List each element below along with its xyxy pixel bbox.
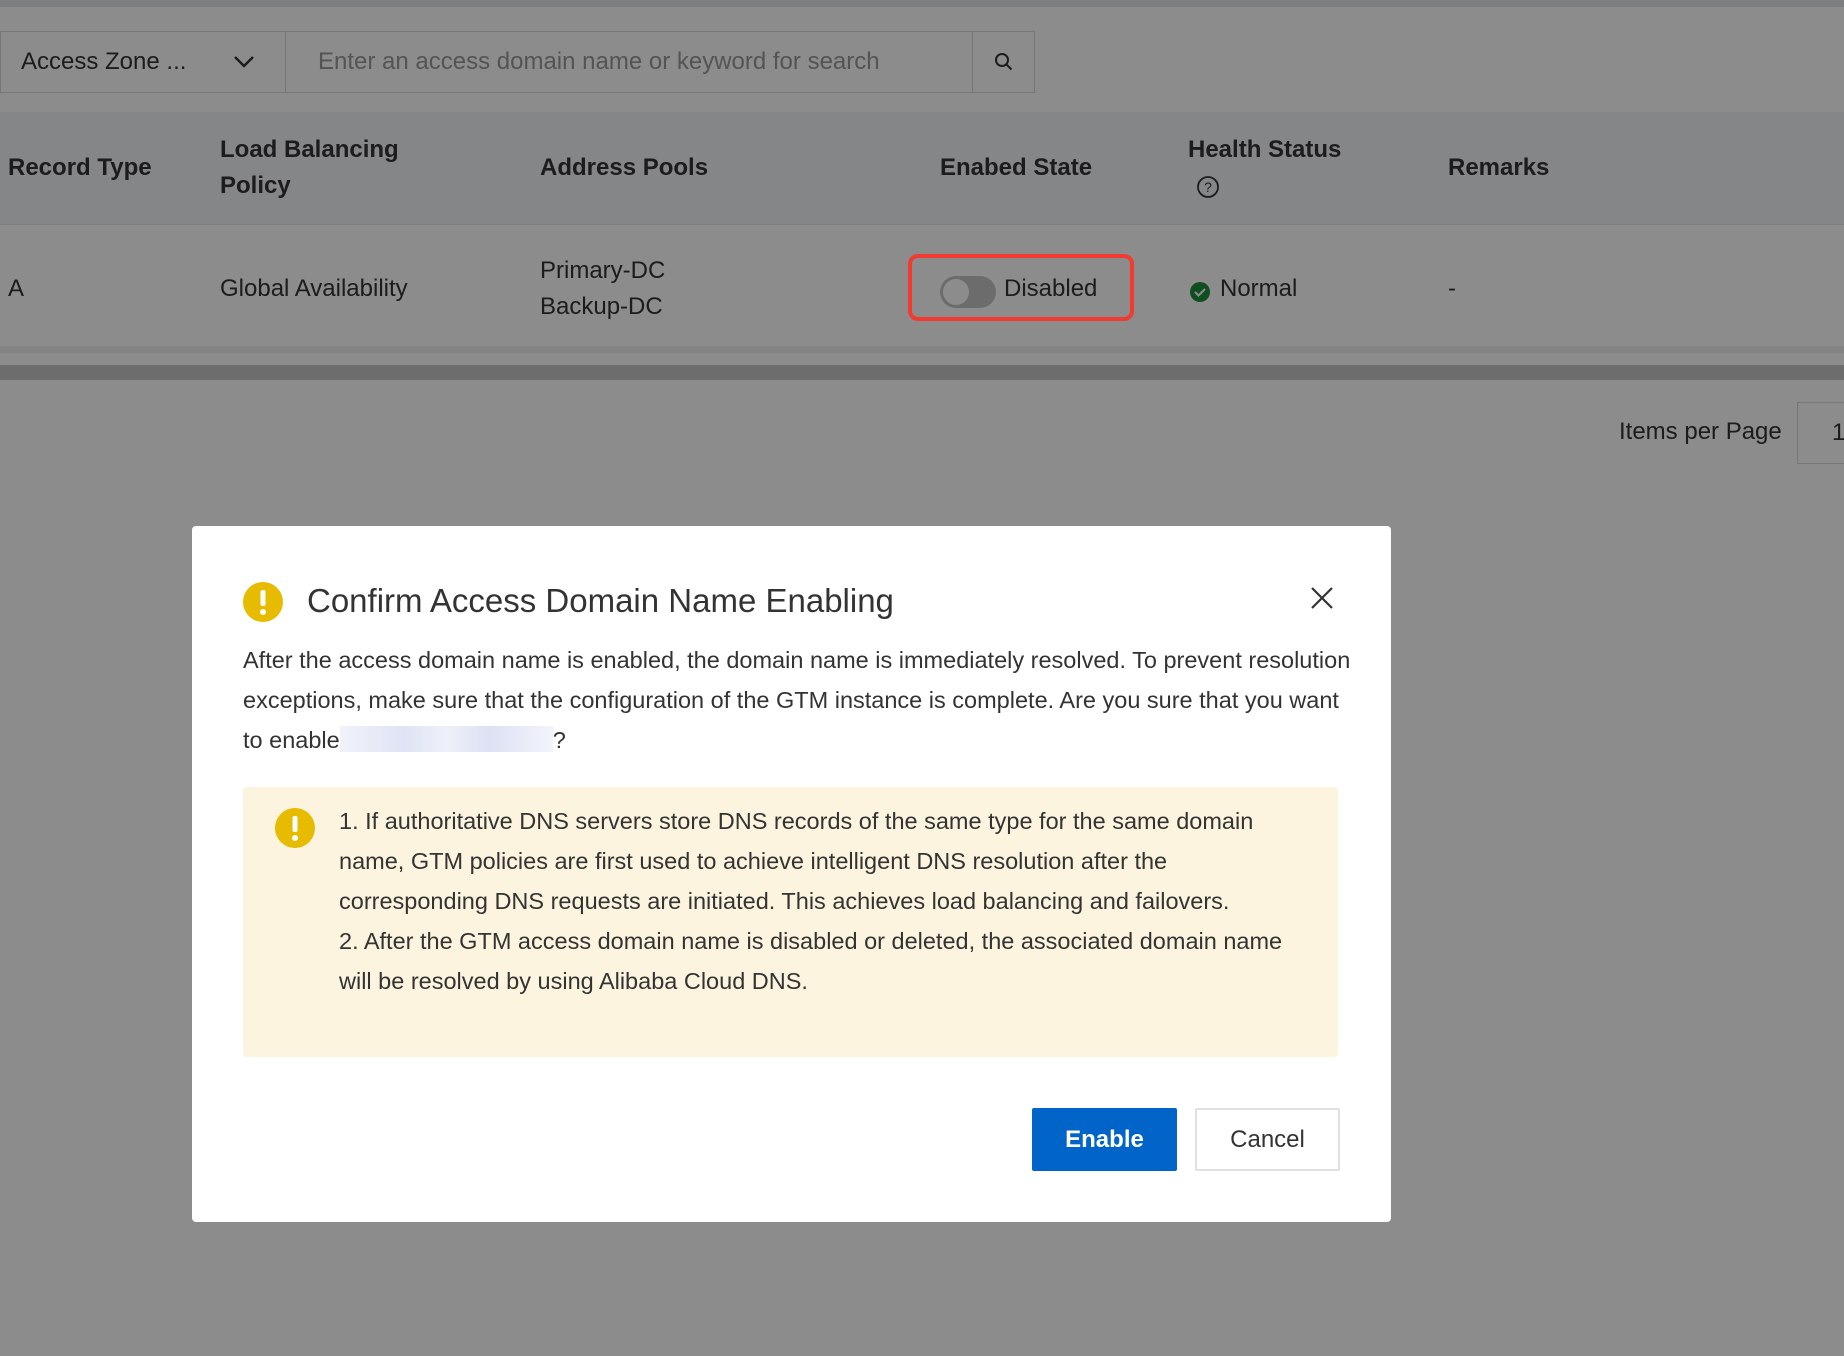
confirm-dialog: Confirm Access Domain Name Enabling Afte…: [192, 526, 1391, 1222]
warning-icon: [275, 808, 315, 848]
warning-icon: [243, 582, 283, 622]
cancel-button[interactable]: Cancel: [1195, 1108, 1340, 1171]
dialog-body: After the access domain name is enabled,…: [243, 640, 1353, 760]
enable-button[interactable]: Enable: [1032, 1108, 1177, 1171]
notice-item-1: 1. If authoritative DNS servers store DN…: [339, 808, 1254, 914]
dialog-title: Confirm Access Domain Name Enabling: [307, 582, 894, 619]
close-icon[interactable]: [1310, 586, 1334, 610]
highlight-box: [908, 254, 1134, 321]
warning-notice: 1. If authoritative DNS servers store DN…: [243, 787, 1338, 1057]
notice-item-2: 2. After the GTM access domain name is d…: [339, 928, 1283, 994]
redacted-domain: [339, 726, 553, 752]
dialog-body-end: ?: [552, 727, 566, 753]
